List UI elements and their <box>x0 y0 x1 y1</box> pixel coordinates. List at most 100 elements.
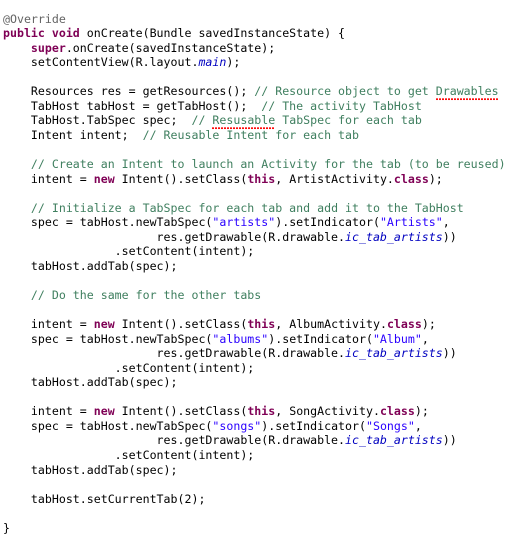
token-plain: ).setIndicator( <box>261 418 366 433</box>
token-plain: ); <box>414 404 429 419</box>
token-plain: Intent intent; <box>3 127 143 142</box>
token-plain: , <box>421 331 429 346</box>
token-plain: ); <box>226 55 241 70</box>
code-line: intent = new Intent().setClass(this, Art… <box>3 172 525 187</box>
token-plain: tabHost.setCurrentTab(2); <box>3 491 206 506</box>
token-plain: .setContent(intent); <box>3 360 255 375</box>
code-line: super.onCreate(savedInstanceState); <box>3 41 525 56</box>
code-line: res.getDrawable(R.drawable.ic_tab_artist… <box>3 433 525 448</box>
code-line: TabHost tabHost = getTabHost(); // The a… <box>3 99 525 114</box>
token-plain: .onCreate(savedInstanceState); <box>65 40 276 55</box>
code-line: .setContent(intent); <box>3 448 525 463</box>
token-annot: @Override <box>3 11 66 26</box>
code-line: tabHost.addTab(spec); <box>3 463 525 478</box>
code-line: // Do the same for the other tabs <box>3 288 525 303</box>
token-plain: intent = <box>3 404 94 419</box>
code-line: // Create an Intent to launch an Activit… <box>3 157 525 172</box>
token-plain: TabHost.TabSpec spec; <box>3 113 192 128</box>
token-static: ic_tab_artists <box>345 346 443 361</box>
code-line: .setContent(intent); <box>3 361 525 376</box>
token-string: "artists" <box>212 215 276 230</box>
token-string: "albums" <box>212 331 269 346</box>
token-comment: // The activity TabHost <box>261 98 422 113</box>
token-plain: intent = <box>3 171 94 186</box>
token-comment: // Create an Intent to launch an Activit… <box>30 157 506 172</box>
token-plain: TabHost tabHost = getTabHost(); <box>3 98 262 113</box>
token-comment: // Do the same for the other tabs <box>30 287 262 302</box>
token-plain: , SongActivity. <box>275 404 380 419</box>
token-plain: onCreate(Bundle savedInstanceState) { <box>79 26 346 41</box>
token-keyword: this <box>247 404 276 419</box>
token-plain: res.getDrawable(R.drawable. <box>3 433 346 448</box>
code-line: } <box>3 521 525 536</box>
token-plain: )) <box>442 346 457 361</box>
token-plain: setContentView(R.layout. <box>3 55 199 70</box>
token-plain: Intent().setClass( <box>114 404 248 419</box>
token-static: ic_tab_artists <box>345 433 443 448</box>
code-line: TabHost.TabSpec spec; // Resusable TabSp… <box>3 113 525 130</box>
token-comment: // <box>191 113 213 128</box>
token-plain: } <box>3 520 10 535</box>
code-line: setContentView(R.layout.main); <box>3 55 525 70</box>
token-plain: .setContent(intent); <box>3 448 255 462</box>
token-plain: Resources res = getResources(); <box>3 84 255 99</box>
token-comment: // Initialize a TabSpec for each tab and… <box>30 200 464 215</box>
token-plain: res.getDrawable(R.drawable. <box>3 346 346 361</box>
code-line: Intent intent; // Reusable Intent for ea… <box>3 128 525 143</box>
code-line: public void onCreate(Bundle savedInstanc… <box>3 26 525 41</box>
token-keyword: class <box>393 171 429 186</box>
misspelled-word: Drawables <box>435 84 499 101</box>
code-line: @Override <box>3 12 525 27</box>
token-plain: )) <box>442 433 457 448</box>
token-keyword: this <box>247 171 276 186</box>
code-line: spec = tabHost.newTabSpec("artists").set… <box>3 215 525 230</box>
code-line: intent = new Intent().setClass(this, Alb… <box>3 317 525 332</box>
code-text-area[interactable]: @Override public void onCreate(Bundle sav… <box>0 12 525 536</box>
token-plain: ); <box>421 317 436 332</box>
token-keyword: super <box>30 40 66 55</box>
code-line: .setContent(intent); <box>3 244 525 259</box>
token-plain: tabHost.addTab(spec); <box>3 258 178 273</box>
token-keyword: this <box>247 317 276 332</box>
token-plain: ).setIndicator( <box>268 331 373 346</box>
token-plain: )) <box>442 229 457 244</box>
token-keyword: new <box>93 404 115 419</box>
token-plain: spec = tabHost.newTabSpec( <box>3 418 213 433</box>
token-keyword: new <box>93 317 115 332</box>
code-line: spec = tabHost.newTabSpec("songs").setIn… <box>3 419 525 434</box>
token-keyword: new <box>93 171 115 186</box>
token-plain: spec = tabHost.newTabSpec( <box>3 331 213 346</box>
code-line: res.getDrawable(R.drawable.ic_tab_artist… <box>3 230 525 245</box>
code-line: spec = tabHost.newTabSpec("albums").setI… <box>3 332 525 347</box>
code-line: tabHost.addTab(spec); <box>3 259 525 274</box>
token-plain: tabHost.addTab(spec); <box>3 462 178 477</box>
token-plain: , AlbumActivity. <box>275 317 387 332</box>
token-plain: Intent().setClass( <box>114 171 248 186</box>
token-plain: ); <box>428 171 443 186</box>
token-string: "Album" <box>372 331 422 346</box>
token-string: "songs" <box>212 418 262 433</box>
token-plain: , <box>414 418 422 433</box>
token-plain: , ArtistActivity. <box>275 171 394 186</box>
token-plain: res.getDrawable(R.drawable. <box>3 229 346 244</box>
code-line: res.getDrawable(R.drawable.ic_tab_artist… <box>3 346 525 361</box>
code-line: tabHost.setCurrentTab(2); <box>3 492 525 507</box>
token-keyword: class <box>379 404 415 419</box>
code-editor[interactable]: @Override public void onCreate(Bundle sav… <box>0 11 525 549</box>
token-comment: // Reusable Intent for each tab <box>142 127 359 142</box>
token-plain: .setContent(intent); <box>3 244 255 259</box>
token-static: ic_tab_artists <box>345 229 443 244</box>
token-string: "Artists" <box>379 215 443 230</box>
token-keyword: class <box>386 317 422 332</box>
code-line: intent = new Intent().setClass(this, Son… <box>3 404 525 419</box>
token-plain: ).setIndicator( <box>275 215 380 230</box>
